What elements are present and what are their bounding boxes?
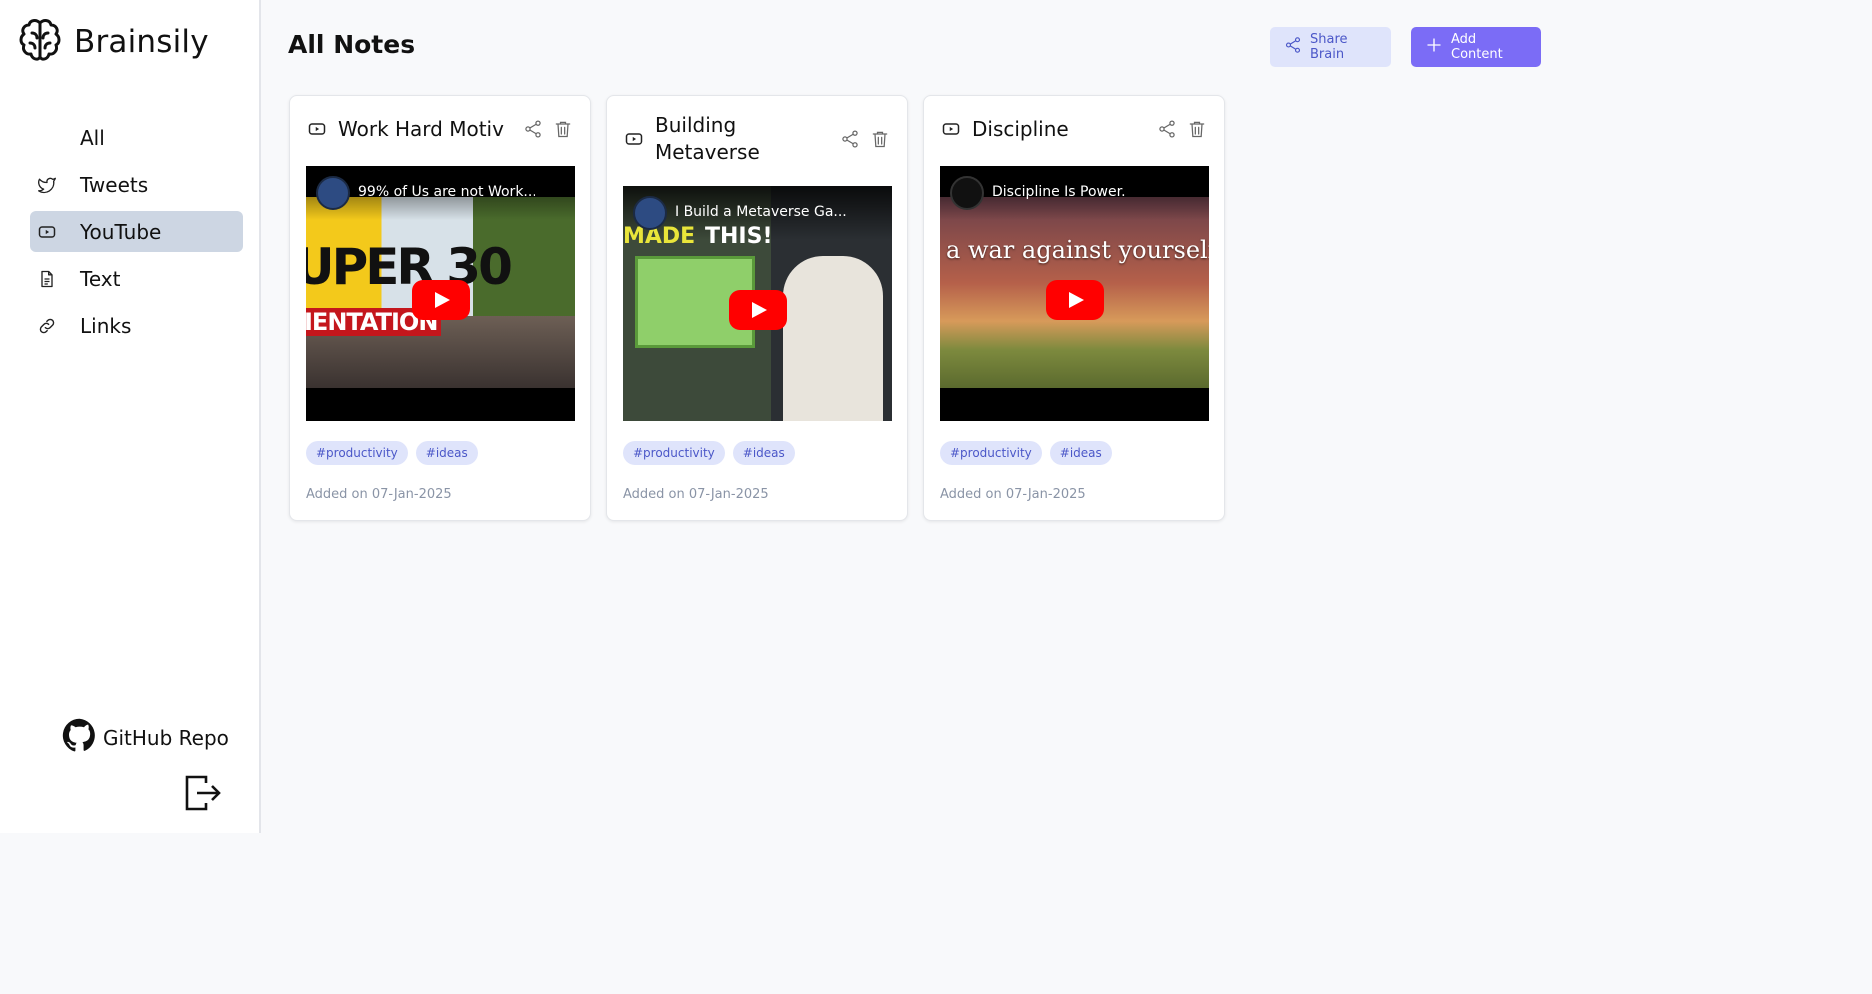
added-date: Added on 07-Jan-2025 [623, 487, 769, 502]
sidebar-item-youtube[interactable]: YouTube [30, 211, 243, 252]
tag-list: #productivity #ideas [306, 441, 478, 465]
main-content: All Notes Share Brain Add Content Work H… [261, 0, 1568, 833]
github-repo-link[interactable]: GitHub Repo [62, 718, 229, 757]
logout-icon [184, 775, 222, 816]
tag-list: #productivity #ideas [940, 441, 1112, 465]
sidebar-item-label: Text [80, 266, 121, 291]
card-title: Work Hard Motiv [338, 116, 504, 141]
video-thumbnail[interactable]: MADE THIS! I Build a Metaverse Ga... [623, 186, 892, 421]
sidebar-item-all[interactable]: All [30, 117, 243, 158]
added-date: Added on 07-Jan-2025 [940, 487, 1086, 502]
card-header: Discipline [941, 96, 1207, 162]
card-title: Discipline [972, 116, 1069, 141]
brand-name: Brainsily [74, 24, 209, 60]
tag[interactable]: #ideas [415, 441, 478, 465]
page-title: All Notes [288, 30, 416, 59]
play-icon[interactable] [728, 289, 787, 330]
sidebar-item-label: Tweets [80, 172, 149, 197]
youtube-icon [941, 119, 961, 139]
notes-grid: Work Hard Motiv UPER 30 IENTATION 99% of… [289, 95, 1225, 521]
share-icon [1284, 36, 1302, 58]
play-icon[interactable] [1045, 279, 1104, 320]
trash-icon[interactable] [553, 119, 573, 139]
share-brain-label: Share Brain [1310, 32, 1348, 62]
blank-icon [37, 128, 57, 148]
github-icon [62, 718, 97, 757]
share-icon[interactable] [1157, 119, 1177, 139]
trash-icon[interactable] [870, 129, 890, 149]
card-actions [1157, 119, 1207, 139]
video-title: I Build a Metaverse Ga... [675, 204, 847, 220]
card-header: Building Metaverse [624, 96, 890, 182]
sidebar-item-links[interactable]: Links [30, 305, 243, 346]
tag-list: #productivity #ideas [623, 441, 795, 465]
share-brain-button[interactable]: Share Brain [1270, 27, 1391, 67]
youtube-icon [37, 222, 57, 242]
sidebar-item-tweets[interactable]: Tweets [30, 164, 243, 205]
add-content-button[interactable]: Add Content [1411, 27, 1541, 67]
thumbnail-overlay-text: MADE [623, 224, 696, 249]
channel-avatar [950, 176, 984, 210]
tag[interactable]: #ideas [1049, 441, 1112, 465]
tag[interactable]: #productivity [306, 441, 408, 465]
note-card: Discipline a war against yourself. Disci… [923, 95, 1225, 521]
video-title: 99% of Us are not Work... [358, 184, 535, 200]
plus-icon [1425, 36, 1443, 58]
video-thumbnail[interactable]: a war against yourself. Discipline Is Po… [940, 166, 1209, 421]
card-actions [840, 129, 890, 149]
video-thumbnail[interactable]: UPER 30 IENTATION 99% of Us are not Work… [306, 166, 575, 421]
thumbnail-overlay-text-2: THIS! [705, 224, 773, 249]
card-actions [523, 119, 573, 139]
note-card: Work Hard Motiv UPER 30 IENTATION 99% of… [289, 95, 591, 521]
card-title: Building Metaverse [655, 113, 760, 164]
sidebar-item-label: All [80, 125, 105, 150]
tag[interactable]: #productivity [940, 441, 1042, 465]
channel-avatar [316, 176, 350, 210]
link-icon [37, 316, 57, 336]
youtube-icon [624, 129, 644, 149]
channel-avatar [633, 196, 667, 230]
app-root: Brainsily All Tweets YouTube Text Links … [0, 0, 1568, 833]
thumbnail-overlay-text: UPER 30 [306, 238, 513, 296]
trash-icon[interactable] [1187, 119, 1207, 139]
document-icon [37, 269, 57, 289]
share-icon[interactable] [840, 129, 860, 149]
tag[interactable]: #ideas [732, 441, 795, 465]
share-icon[interactable] [523, 119, 543, 139]
note-card: Building Metaverse MADE THIS! I Build a … [606, 95, 908, 521]
thumbnail-overlay-text: a war against yourself. [946, 236, 1209, 264]
youtube-icon [307, 119, 327, 139]
sidebar-item-label: Links [80, 313, 132, 338]
sidebar-nav: All Tweets YouTube Text Links [30, 117, 243, 352]
github-label: GitHub Repo [103, 725, 229, 750]
thumbnail-person [783, 256, 883, 421]
video-title: Discipline Is Power. [992, 184, 1126, 200]
add-content-label: Add Content [1451, 32, 1503, 62]
brain-icon [18, 17, 62, 67]
card-header: Work Hard Motiv [307, 96, 573, 162]
brand[interactable]: Brainsily [18, 17, 209, 67]
sidebar-item-label: YouTube [80, 219, 162, 244]
twitter-icon [37, 175, 57, 195]
sidebar-item-text[interactable]: Text [30, 258, 243, 299]
logout-button[interactable] [184, 774, 222, 812]
tag[interactable]: #productivity [623, 441, 725, 465]
added-date: Added on 07-Jan-2025 [306, 487, 452, 502]
sidebar: Brainsily All Tweets YouTube Text Links … [0, 0, 261, 833]
play-icon[interactable] [411, 279, 470, 320]
